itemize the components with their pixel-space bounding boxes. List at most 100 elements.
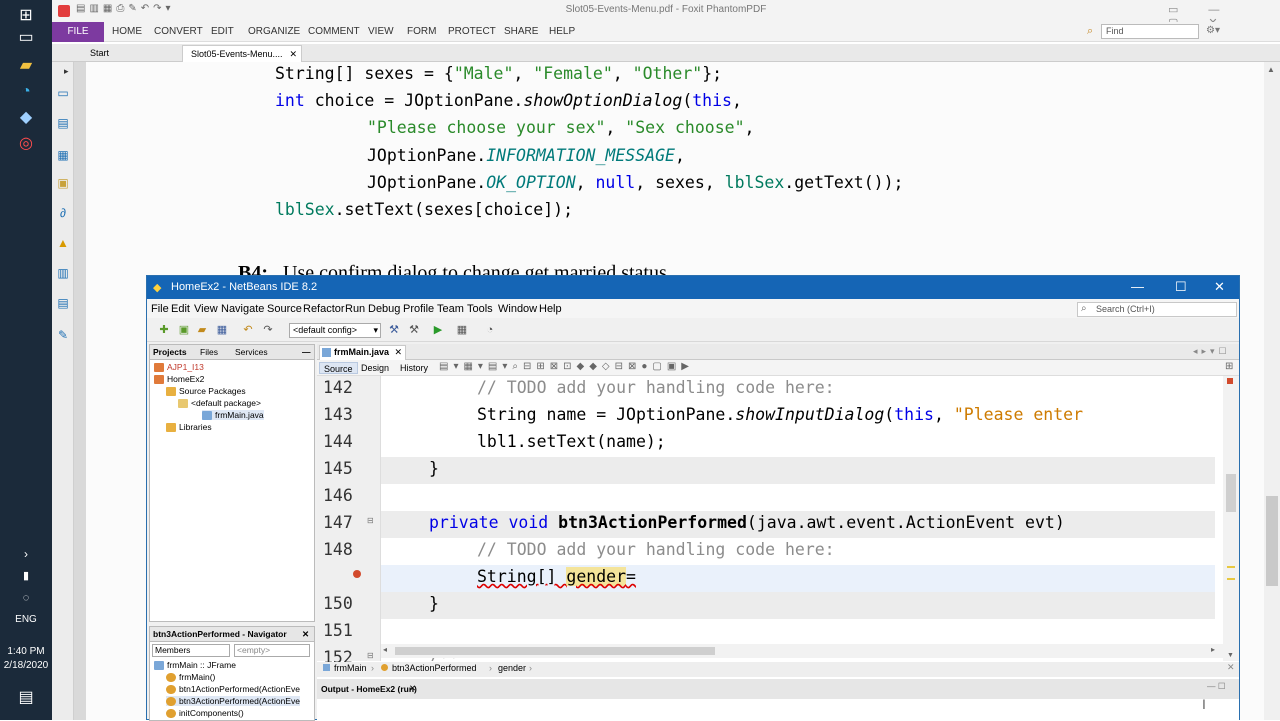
lock-icon[interactable]: ▲	[56, 236, 70, 250]
expand-arrow-icon[interactable]: ▸	[64, 66, 69, 77]
menu-window[interactable]: Window	[498, 303, 537, 315]
code-line-current[interactable]: String[] gender=	[381, 565, 1215, 592]
ribbon-tab-convert[interactable]: CONVERT	[154, 26, 203, 37]
close-icon[interactable]: ✕	[394, 346, 402, 359]
breadcrumb-class[interactable]: frmMain	[334, 663, 367, 673]
scroll-down-icon[interactable]: ▼	[1227, 652, 1234, 659]
menu-debug[interactable]: Debug	[368, 303, 400, 315]
output-window-controls[interactable]: — ☐	[1207, 681, 1225, 692]
build-icon[interactable]: ⚒	[387, 323, 401, 337]
ide-search-input[interactable]: Search (Ctrl+I)	[1077, 302, 1237, 317]
tab-slot05-pdf[interactable]: Slot05-Events-Menu.... ✕	[182, 45, 302, 62]
fold-icon[interactable]: ⊟	[367, 651, 374, 660]
menu-view[interactable]: View	[194, 303, 218, 315]
redo-icon[interactable]: ↷	[261, 323, 275, 337]
close-icon[interactable]: ✕	[1227, 662, 1235, 673]
open-project-icon[interactable]: ▰	[195, 323, 209, 337]
virtualbox-icon[interactable]: ◆	[16, 108, 36, 128]
config-select[interactable]: <default config> ▾	[289, 323, 381, 338]
view-design[interactable]: Design	[357, 362, 393, 374]
view-history[interactable]: History	[396, 362, 432, 374]
tree-node-source-packages[interactable]: Source Packages	[166, 386, 246, 397]
navigator-item[interactable]: initComponents()	[166, 708, 244, 719]
chevron-up-icon[interactable]: ›	[16, 544, 36, 564]
clock-date[interactable]: 2/18/2020	[0, 660, 52, 671]
maximize-icon[interactable]: ☐	[1175, 279, 1187, 295]
output-title[interactable]: Output - HomeEx2 (run)	[321, 684, 417, 694]
debug-icon[interactable]: ▦	[455, 323, 469, 337]
scroll-up-icon[interactable]: ▲	[1267, 65, 1275, 74]
ribbon-tab-protect[interactable]: PROTECT	[448, 26, 496, 37]
menu-navigate[interactable]: Navigate	[221, 303, 264, 315]
layers-icon[interactable]: ▦	[56, 148, 70, 162]
menu-team[interactable]: Team	[437, 303, 464, 315]
error-badge-icon[interactable]	[353, 570, 361, 578]
breadcrumb-method[interactable]: btn3ActionPerformed	[392, 663, 477, 673]
signature-icon[interactable]: ▥	[56, 266, 70, 280]
ribbon-tab-file[interactable]: FILE	[52, 22, 104, 42]
scroll-right-icon[interactable]: ▸	[1211, 645, 1215, 654]
tools-icon[interactable]: ✎	[56, 328, 70, 342]
filter-select[interactable]: <empty>	[234, 644, 310, 657]
minimize-icon[interactable]: —	[302, 347, 311, 357]
new-project-icon[interactable]: ▣	[177, 323, 191, 337]
comments-icon[interactable]: ▣	[56, 176, 70, 190]
menu-help[interactable]: Help	[539, 303, 562, 315]
warning-stripe-marker[interactable]	[1227, 578, 1235, 580]
document-icon[interactable]: ▤	[56, 296, 70, 310]
tree-node-ajp1[interactable]: AJP1_I13	[154, 362, 204, 373]
members-select[interactable]: Members	[152, 644, 230, 657]
error-stripe-marker[interactable]	[1227, 378, 1233, 384]
ribbon-tab-view[interactable]: VIEW	[368, 26, 394, 37]
editor-tool-icons[interactable]: ▤▾▦▾▤▾⌕⊟⊞⊠⊡◆◆◇⊟⊠●▢▣▶	[439, 361, 694, 372]
menu-run[interactable]: Run	[345, 303, 365, 315]
ribbon-tab-form[interactable]: FORM	[407, 26, 436, 37]
menu-refactor[interactable]: Refactor	[303, 303, 345, 315]
tree-node-default-package[interactable]: <default package>	[178, 398, 261, 409]
edge-icon[interactable]: ◔	[16, 82, 36, 102]
editor-tab-controls[interactable]: ◂▸▾☐	[1193, 346, 1231, 357]
navigator-item[interactable]: frmMain()	[166, 672, 215, 683]
network-icon[interactable]: ◌	[16, 588, 36, 608]
close-icon[interactable]: ✕	[289, 46, 297, 62]
ribbon-tab-share[interactable]: SHARE	[504, 26, 538, 37]
view-source[interactable]: Source	[319, 362, 358, 374]
tree-node-frmmain[interactable]: frmMain.java	[202, 410, 264, 421]
undo-icon[interactable]: ↶	[241, 323, 255, 337]
close-icon[interactable]: ✕	[1214, 279, 1225, 295]
editor-vertical-scrollbar[interactable]: ▼	[1223, 376, 1239, 661]
pdf-find-input[interactable]: Find	[1101, 24, 1199, 39]
settings-gear-icon[interactable]: ⚙▾	[1206, 25, 1220, 36]
tab-files[interactable]: Files	[200, 347, 218, 357]
scroll-thumb[interactable]	[1266, 496, 1278, 586]
close-icon[interactable]: ✕	[409, 683, 416, 694]
ribbon-tab-edit[interactable]: EDIT	[211, 26, 234, 37]
menu-edit[interactable]: Edit	[171, 303, 190, 315]
menu-tools[interactable]: Tools	[467, 303, 493, 315]
editor-horizontal-scrollbar[interactable]: ◂ ▸	[381, 644, 1223, 658]
ribbon-tab-help[interactable]: HELP	[549, 26, 575, 37]
notification-icon[interactable]: ▤	[16, 688, 36, 708]
find-options-icon[interactable]: ⌕	[1087, 25, 1093, 38]
breadcrumb-variable[interactable]: gender	[498, 663, 526, 673]
warning-stripe-marker[interactable]	[1227, 566, 1235, 568]
clean-build-icon[interactable]: ⚒	[407, 323, 421, 337]
navigator-root[interactable]: frmMain :: JFrame	[154, 660, 236, 671]
pdf-vertical-scrollbar[interactable]: ▲	[1264, 62, 1280, 720]
pages-icon[interactable]: ▤	[56, 116, 70, 130]
run-icon[interactable]: ▶	[431, 323, 445, 337]
navigator-item-selected[interactable]: btn3ActionPerformed(ActionEve	[166, 696, 300, 707]
scroll-thumb[interactable]	[395, 647, 715, 655]
foxit-icon[interactable]: ◎	[16, 134, 36, 154]
new-file-icon[interactable]: ✚	[157, 323, 171, 337]
close-icon[interactable]: ✕	[302, 629, 309, 640]
tab-start[interactable]: Start	[82, 45, 178, 62]
ribbon-tab-comment[interactable]: COMMENT	[308, 26, 360, 37]
windows-icon[interactable]: ⊞	[16, 6, 36, 26]
scroll-left-icon[interactable]: ◂	[383, 645, 387, 654]
netbeans-title-bar[interactable]: ◆ HomeEx2 - NetBeans IDE 8.2 — ☐ ✕	[147, 276, 1239, 299]
menu-source[interactable]: Source	[267, 303, 302, 315]
file-explorer-icon[interactable]: ▰	[16, 56, 36, 76]
ribbon-tab-organize[interactable]: ORGANIZE	[248, 26, 300, 37]
task-view-icon[interactable]: ▭	[16, 28, 36, 48]
